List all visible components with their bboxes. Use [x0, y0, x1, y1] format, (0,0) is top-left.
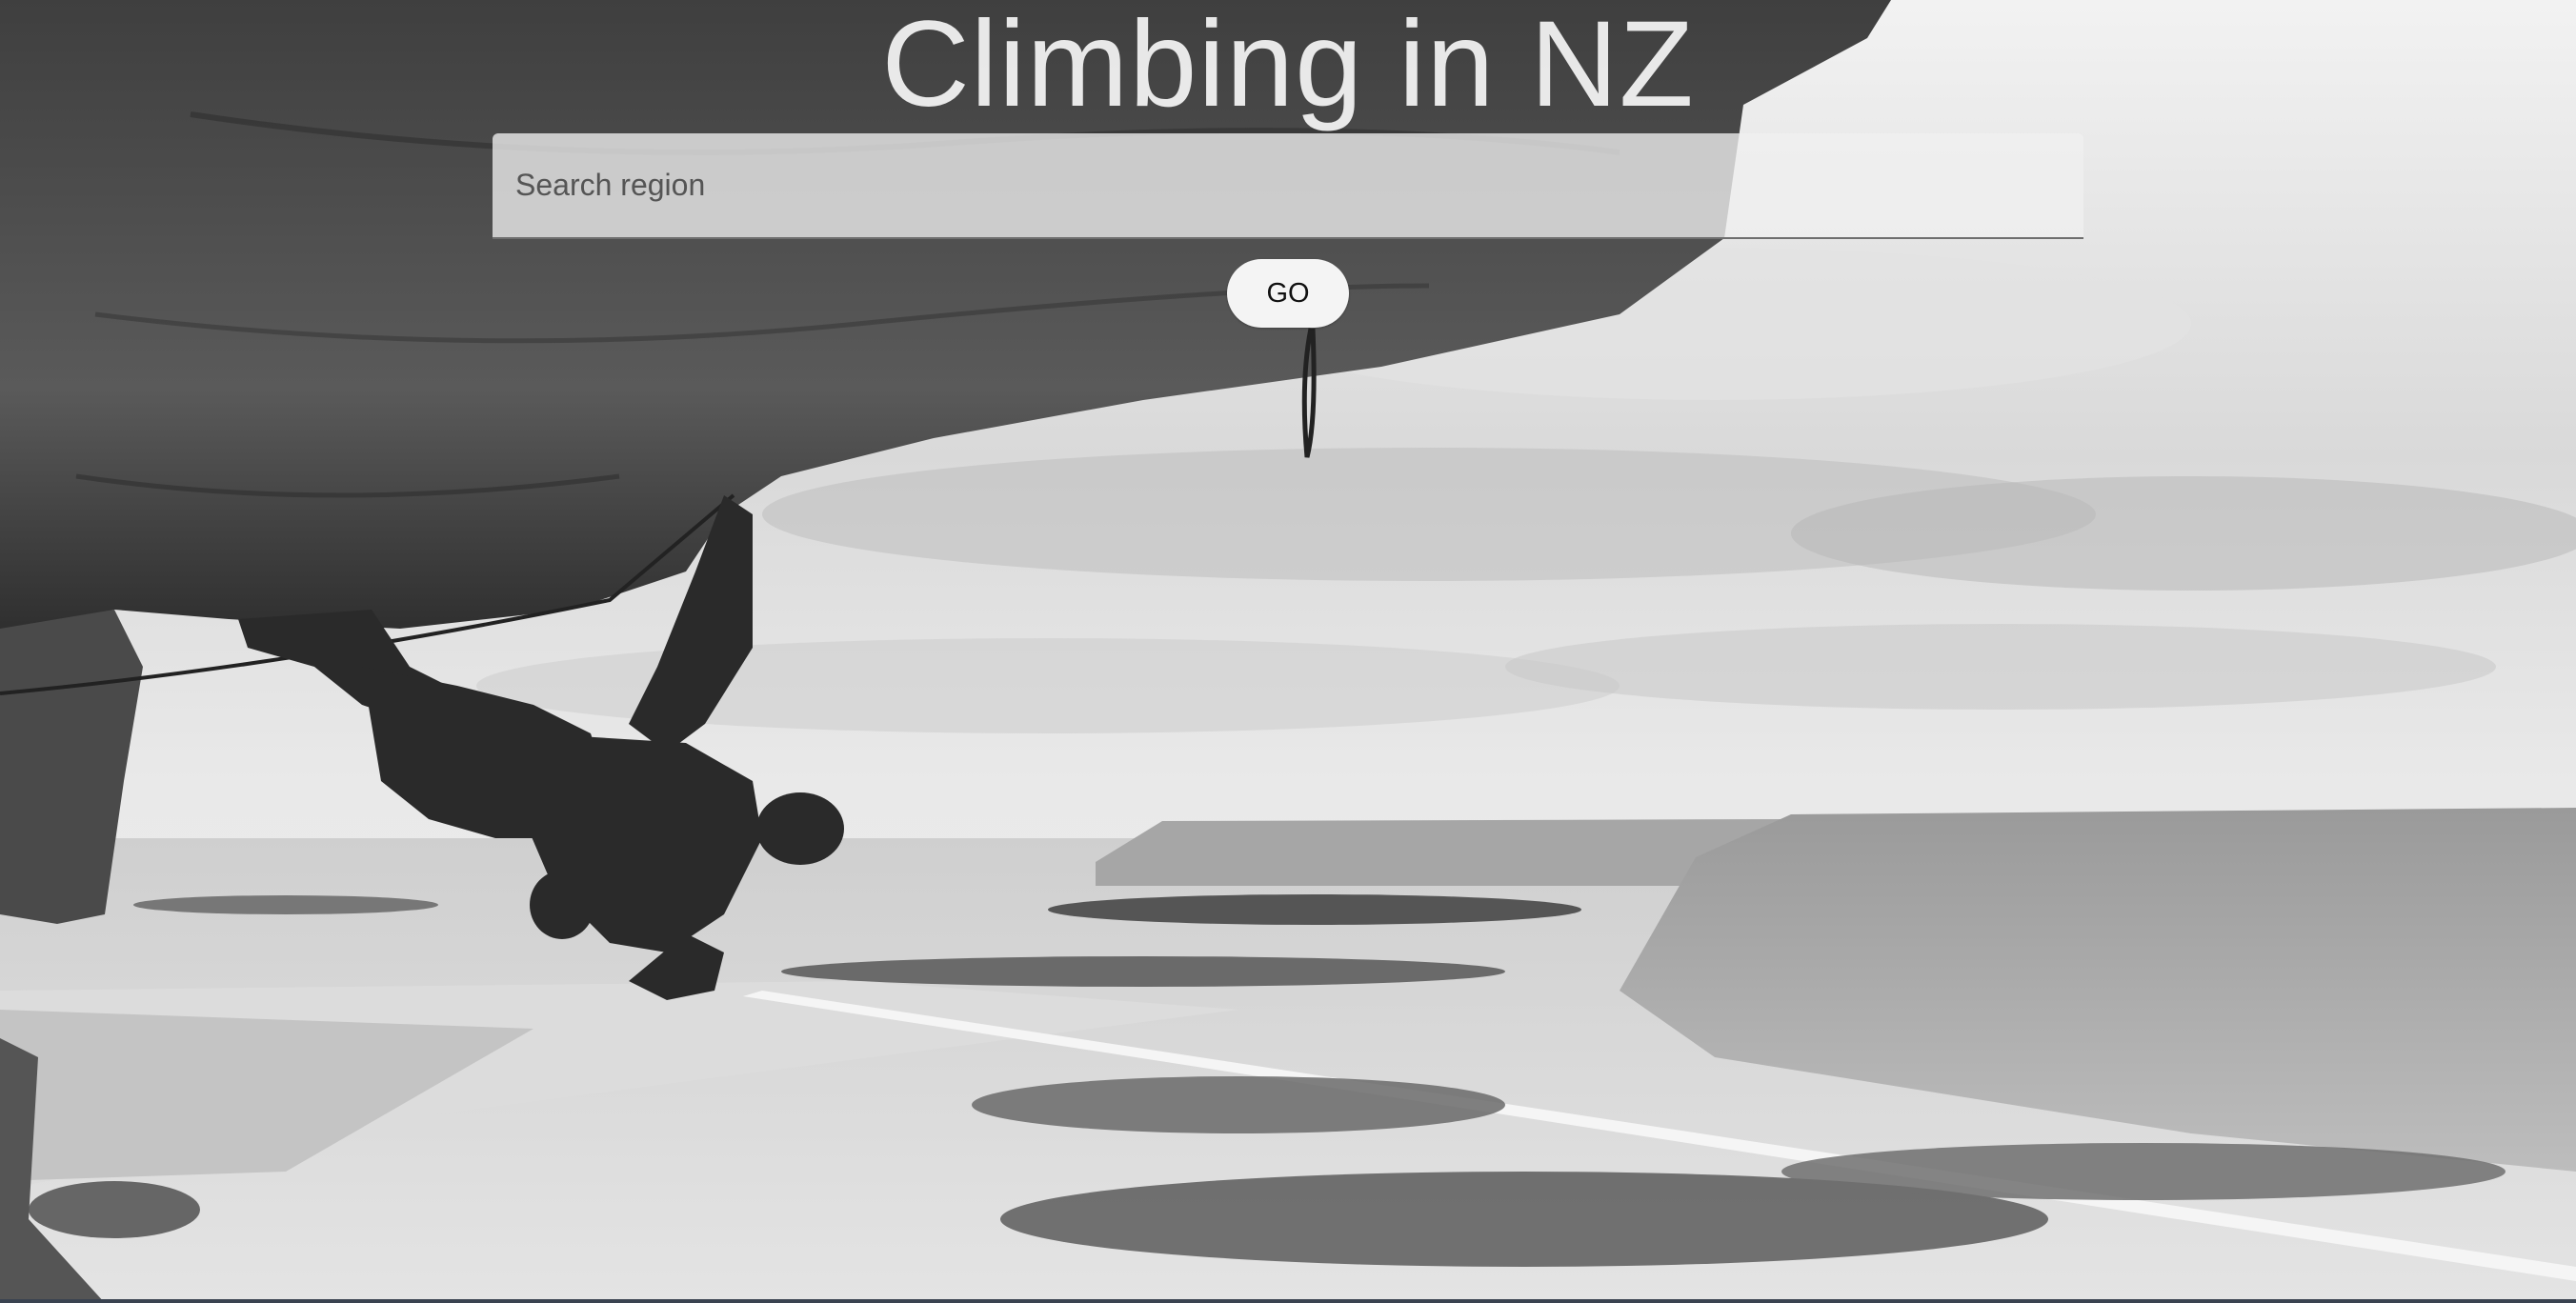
search-region-input[interactable] — [493, 133, 2083, 239]
page-title: Climbing in NZ — [881, 0, 1695, 132]
hero-section: Climbing in NZ GO — [0, 0, 2576, 1303]
bottom-border — [0, 1299, 2576, 1303]
go-button[interactable]: GO — [1227, 259, 1349, 328]
